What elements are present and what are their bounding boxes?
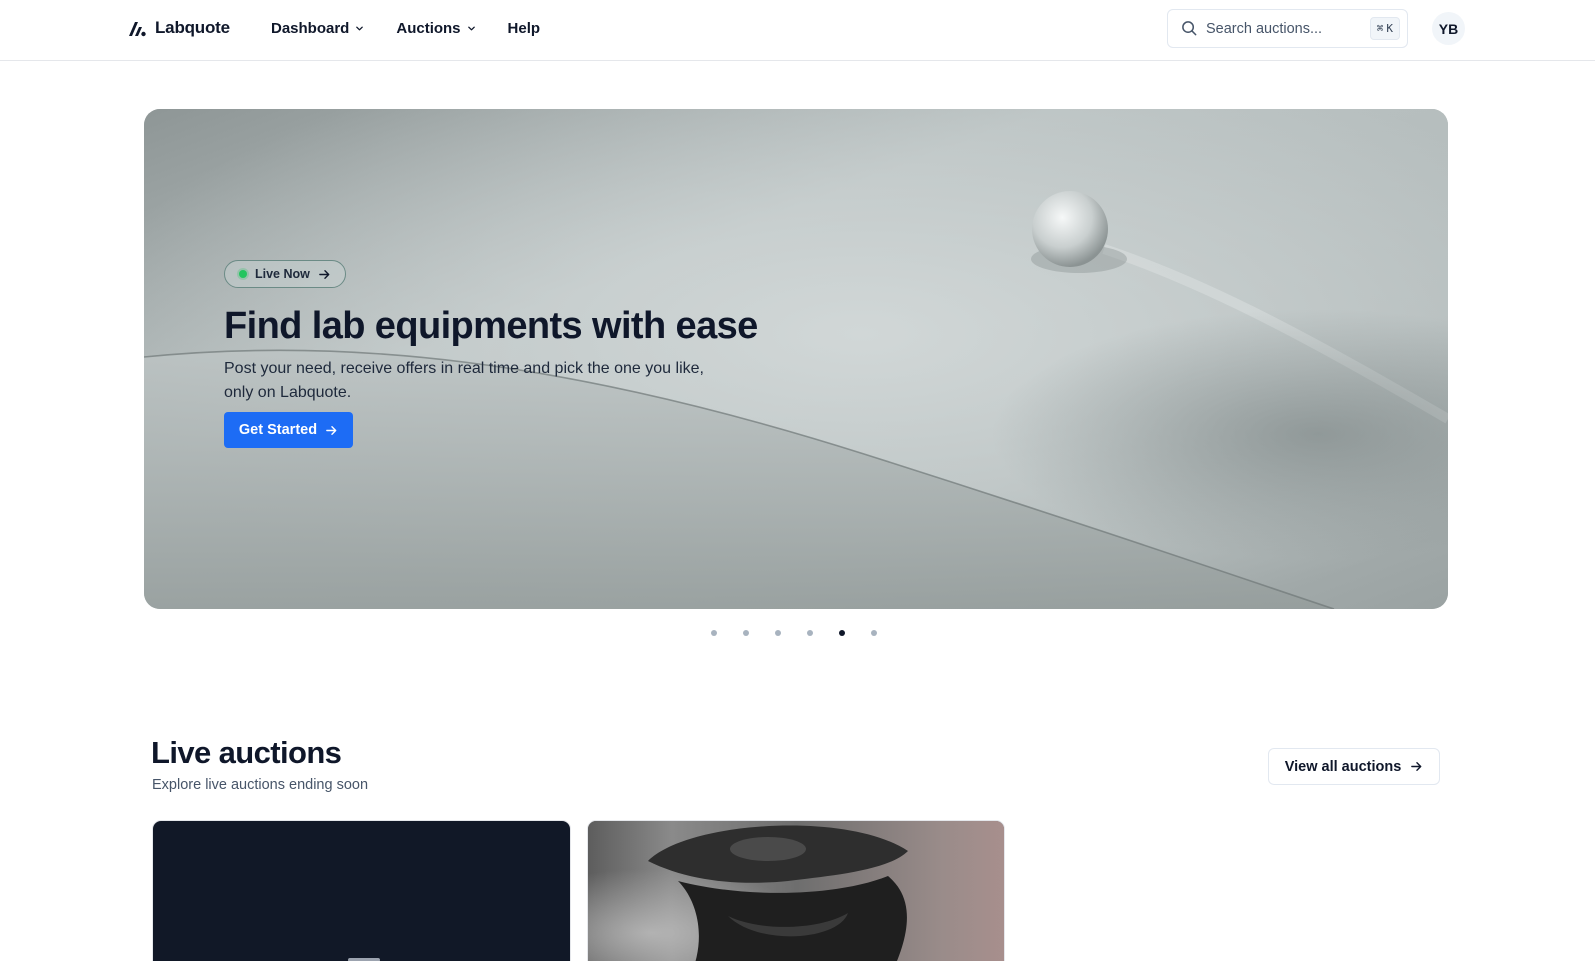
nav-item-help[interactable]: Help	[508, 20, 541, 37]
nav-item-label: Help	[507, 19, 541, 37]
get-started-button[interactable]: Get Started	[224, 412, 353, 448]
hero-title: Find lab equipments with ease	[224, 305, 758, 347]
nav-item-auctions[interactable]: Auctions	[396, 20, 475, 37]
get-started-label: Get Started	[238, 422, 318, 438]
search-icon	[1181, 20, 1198, 37]
carousel-dot[interactable]	[775, 630, 781, 636]
nav-item-label: Dashboard	[271, 19, 350, 37]
labquote-logo-icon	[127, 18, 147, 38]
shortcut-key: K	[1386, 22, 1393, 35]
carousel-dot[interactable]	[807, 630, 813, 636]
section-subtitle: Explore live auctions ending soon	[152, 777, 369, 793]
carousel-dot[interactable]	[871, 630, 877, 636]
carousel-dot[interactable]	[743, 630, 749, 636]
live-status-dot	[239, 270, 247, 278]
arrow-right-icon	[1410, 760, 1423, 773]
view-all-auctions-button[interactable]: View all auctions	[1268, 748, 1440, 785]
brand-name: Labquote	[155, 18, 230, 37]
command-key-icon: ⌘	[1376, 22, 1384, 35]
top-navbar: Labquote Dashboard Auctions Help ⌘ K YB	[0, 0, 1595, 61]
user-avatar[interactable]: YB	[1432, 12, 1465, 45]
carousel-dot[interactable]	[839, 630, 845, 636]
auction-card[interactable]	[152, 820, 571, 961]
chevron-down-icon	[467, 24, 476, 33]
nav-item-label: Auctions	[396, 19, 461, 37]
keyboard-shortcut-badge: ⌘ K	[1369, 17, 1400, 40]
main-nav: Dashboard Auctions Help	[271, 17, 540, 39]
carousel-indicators	[711, 629, 877, 637]
hero-banner: Live Now Find lab equipments with ease P…	[144, 109, 1448, 609]
nav-item-dashboard[interactable]: Dashboard	[271, 20, 364, 37]
carousel-dot[interactable]	[711, 630, 717, 636]
hero-subtitle: Post your need, receive offers in real t…	[224, 360, 704, 401]
auction-card-image	[588, 821, 1004, 961]
view-all-label: View all auctions	[1284, 758, 1402, 775]
auction-card[interactable]	[587, 820, 1005, 961]
section-title: Live auctions	[151, 735, 342, 770]
live-now-label: Live Now	[255, 267, 310, 281]
live-now-badge[interactable]: Live Now	[224, 260, 346, 288]
brand-logo[interactable]: Labquote	[127, 17, 230, 39]
search-input[interactable]	[1206, 20, 1366, 37]
arrow-right-icon	[318, 268, 331, 281]
arrow-right-icon	[325, 424, 338, 437]
chevron-down-icon	[355, 24, 364, 33]
search-box[interactable]: ⌘ K	[1167, 9, 1408, 48]
